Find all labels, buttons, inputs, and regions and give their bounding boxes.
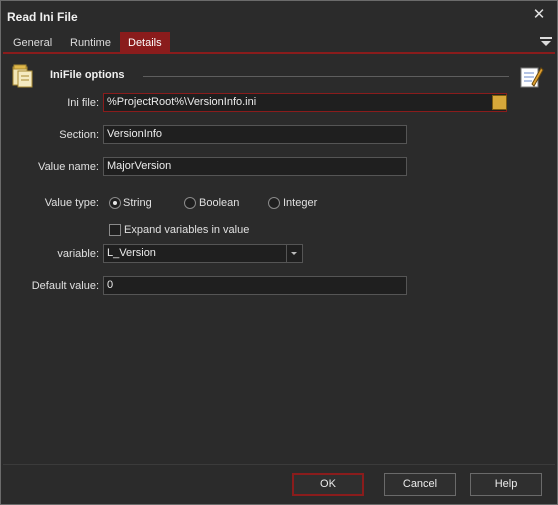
tab-menu-icon[interactable] (539, 35, 553, 49)
read-ini-file-dialog: Read Ini File ✕ General Runtime Details … (0, 0, 558, 505)
window-title: Read Ini File (7, 10, 78, 24)
details-panel: IniFile options Ini file: %ProjectRoot%\… (3, 56, 555, 463)
radio-boolean[interactable] (184, 197, 196, 209)
radio-string[interactable] (109, 197, 121, 209)
tab-bar: General Runtime Details (3, 32, 555, 54)
close-button[interactable]: ✕ (529, 5, 549, 25)
radio-integer[interactable] (268, 197, 280, 209)
tab-runtime[interactable]: Runtime (62, 32, 119, 54)
value-name-label: Value name: (38, 161, 99, 173)
default-value-label: Default value: (31, 280, 99, 292)
radio-string-label: String (123, 197, 152, 209)
variable-value: L_Version (107, 247, 156, 259)
expand-variables-label: Expand variables in value (124, 224, 250, 236)
tab-general[interactable]: General (5, 32, 60, 54)
help-button[interactable]: Help (470, 473, 542, 496)
value-name-input[interactable]: MajorVersion (103, 157, 407, 176)
variable-label: variable: (57, 248, 99, 260)
inifile-icon (12, 64, 33, 88)
section-title: IniFile options (50, 69, 125, 81)
chevron-down-icon[interactable] (286, 244, 302, 263)
ini-file-input[interactable]: %ProjectRoot%\VersionInfo.ini (103, 93, 507, 112)
radio-integer-label: Integer (283, 197, 318, 209)
default-value-input[interactable]: 0 (103, 276, 407, 295)
section-label: Section: (59, 129, 99, 141)
variable-combo[interactable]: L_Version (103, 244, 303, 263)
notepad-edit-icon (520, 67, 544, 88)
button-bar: OK Cancel Help (3, 464, 555, 504)
ok-button[interactable]: OK (292, 473, 364, 496)
section-input[interactable]: VersionInfo (103, 125, 407, 144)
ini-file-label: Ini file: (67, 97, 99, 109)
cancel-button[interactable]: Cancel (384, 473, 456, 496)
close-icon: ✕ (532, 6, 546, 23)
tab-details[interactable]: Details (120, 32, 170, 54)
radio-boolean-label: Boolean (199, 197, 240, 209)
value-type-label: Value type: (44, 197, 99, 209)
expand-variables-checkbox[interactable] (109, 224, 121, 236)
section-divider (143, 76, 509, 77)
title-bar: Read Ini File ✕ (1, 1, 557, 31)
folder-browse-icon[interactable] (492, 95, 507, 110)
